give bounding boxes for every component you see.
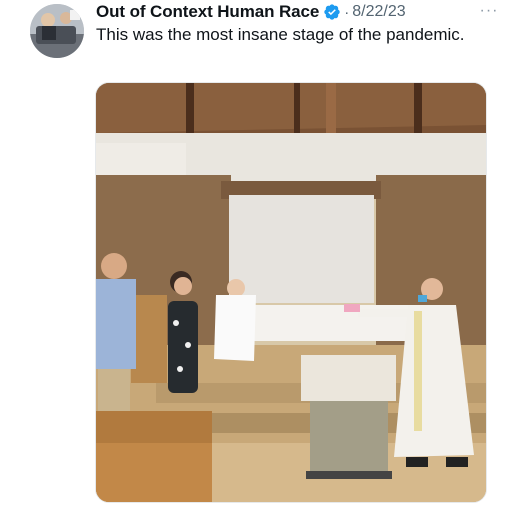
tweet-date[interactable]: 8/22/23 (352, 3, 405, 21)
separator-dot: · (344, 3, 350, 21)
avatar[interactable] (30, 4, 84, 58)
author-name[interactable]: Out of Context Human Race (96, 2, 319, 22)
tweet: Out of Context Human Race · 8/22/23 ··· … (0, 0, 512, 508)
tweet-text: This was the most insane stage of the pa… (96, 25, 465, 44)
tweet-header: Out of Context Human Race · 8/22/23 (96, 1, 406, 23)
tweet-photo[interactable] (95, 82, 487, 503)
verified-badge-icon (323, 3, 341, 21)
more-options-icon[interactable]: ··· (476, 0, 502, 22)
